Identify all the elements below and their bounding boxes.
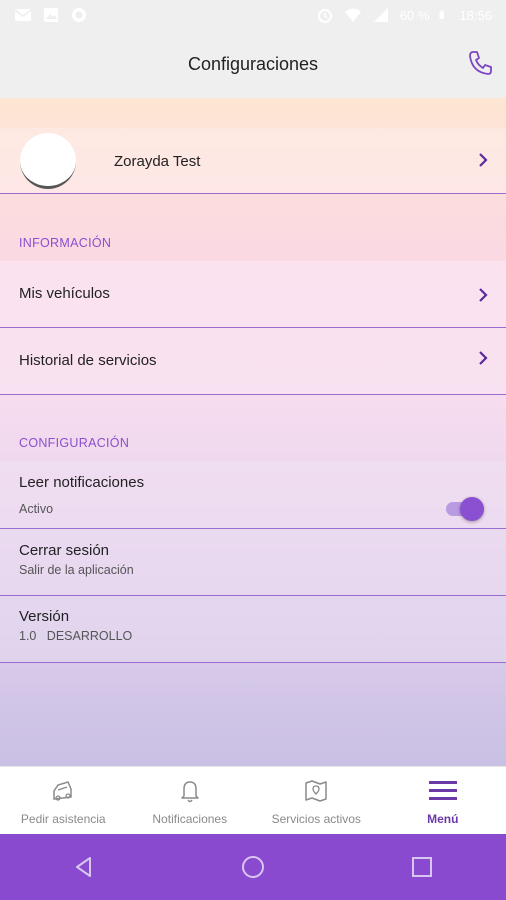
nav-pedir-asistencia[interactable]: Pedir asistencia	[0, 767, 127, 834]
clock-text: 18:56	[459, 7, 492, 23]
wifi-icon	[344, 8, 361, 22]
historial-servicios-label: Historial de servicios	[19, 352, 157, 369]
chevron-right-icon	[479, 288, 488, 302]
section-label-informacion: INFORMACIÓN	[19, 236, 112, 250]
signal-icon	[373, 8, 388, 22]
battery-icon	[440, 10, 445, 19]
whatsapp-icon	[72, 8, 86, 22]
section-label-configuracion: CONFIGURACIÓN	[19, 436, 130, 450]
version-value: 1.0 DESARROLLO	[19, 629, 133, 643]
chevron-right-icon	[479, 153, 488, 167]
settings-content: Zorayda Test INFORMACIÓN Mis vehículos H…	[0, 98, 506, 766]
nav-label: Servicios activos	[271, 812, 361, 826]
app-header: Configuraciones	[0, 30, 506, 98]
version-title: Versión	[19, 608, 70, 625]
leer-notificaciones-row[interactable]: Leer notificaciones Activo	[0, 461, 506, 529]
nav-servicios-activos[interactable]: Servicios activos	[253, 767, 380, 834]
battery-text: 60 %	[399, 7, 430, 23]
profile-row[interactable]: Zorayda Test	[0, 128, 506, 194]
version-row: Versión 1.0 DESARROLLO	[0, 596, 506, 663]
home-icon[interactable]	[239, 853, 267, 881]
status-bar: 60 % 18:56	[0, 0, 506, 30]
alarm-icon	[317, 9, 332, 23]
bell-icon	[181, 781, 199, 803]
nav-menu[interactable]: Menú	[380, 767, 506, 834]
notifications-toggle[interactable]	[444, 497, 484, 521]
phone-icon[interactable]	[466, 48, 496, 78]
cerrar-sesion-row[interactable]: Cerrar sesión Salir de la aplicación	[0, 529, 506, 596]
image-icon	[44, 8, 58, 22]
back-icon[interactable]	[70, 853, 98, 881]
mail-icon	[14, 9, 32, 21]
nav-label: Menú	[427, 812, 459, 826]
leer-notificaciones-title: Leer notificaciones	[19, 474, 145, 491]
mis-vehiculos-label: Mis vehículos	[19, 285, 110, 302]
system-navigation-bar	[0, 834, 506, 900]
menu-icon	[428, 781, 457, 800]
nav-label: Pedir asistencia	[20, 812, 106, 826]
recents-icon[interactable]	[408, 853, 436, 881]
nav-notificaciones[interactable]: Notificaciones	[127, 767, 254, 834]
chevron-right-icon	[479, 351, 488, 365]
cerrar-sesion-subtitle: Salir de la aplicación	[19, 563, 134, 577]
bottom-navigation: Pedir asistencia Notificaciones Servicio…	[0, 766, 506, 834]
historial-servicios-row[interactable]: Historial de servicios	[0, 328, 506, 395]
avatar	[20, 133, 76, 189]
leer-notificaciones-status: Activo	[19, 502, 54, 516]
map-icon	[305, 780, 327, 802]
mis-vehiculos-row[interactable]: Mis vehículos	[0, 261, 506, 328]
page-title: Configuraciones	[187, 53, 319, 74]
toggle-knob	[460, 497, 484, 521]
cerrar-sesion-title: Cerrar sesión	[19, 542, 110, 559]
car-crash-icon	[53, 781, 72, 801]
nav-label: Notificaciones	[152, 812, 228, 826]
profile-name: Zorayda Test	[114, 153, 201, 170]
